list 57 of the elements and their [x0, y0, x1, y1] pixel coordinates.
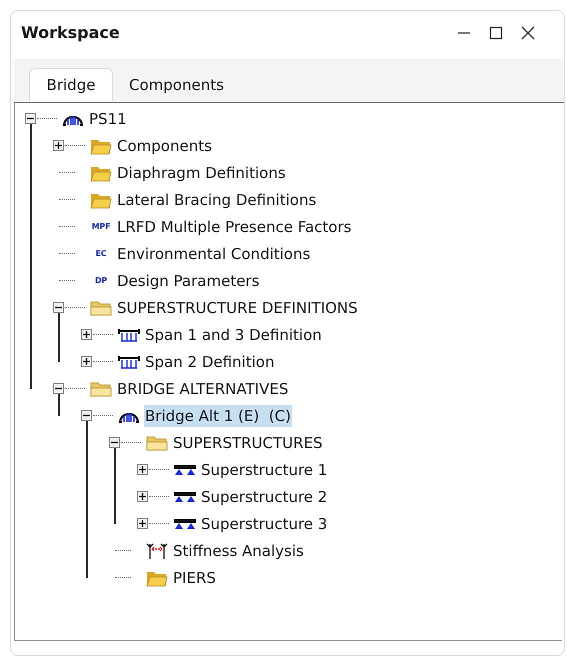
tree-item[interactable]: Diaphragm Definitions [116, 162, 287, 184]
plus-icon [139, 520, 146, 527]
collapse-button[interactable] [53, 383, 64, 394]
tree-item[interactable]: Superstructure 2 [200, 486, 328, 508]
code-badge-icon: MPF [90, 222, 112, 230]
plus-icon [83, 331, 90, 338]
tree-item[interactable]: Environmental Conditions [116, 242, 312, 264]
expand-button[interactable] [81, 356, 92, 367]
collapse-button[interactable] [53, 302, 64, 313]
expand-button[interactable] [137, 464, 148, 475]
plus-icon [139, 466, 146, 473]
open-folder-icon [90, 298, 112, 316]
tree-item[interactable]: SUPERSTRUCTURES [172, 432, 324, 454]
plus-icon [83, 358, 90, 365]
expand-button[interactable] [137, 491, 148, 502]
tree-item[interactable]: Span 1 and 3 Definition [144, 324, 323, 346]
girder-icon [173, 462, 197, 476]
minus-icon [27, 115, 34, 122]
tree-item[interactable]: Components [116, 134, 213, 156]
plus-icon [55, 142, 62, 149]
tree-item[interactable]: BRIDGE ALTERNATIVES [116, 378, 290, 400]
close-icon [521, 26, 535, 40]
span-icon [117, 326, 141, 342]
collapse-button[interactable] [81, 410, 92, 421]
plus-icon [139, 493, 146, 500]
span-icon [117, 354, 141, 370]
tree-item[interactable]: Stiffness Analysis [172, 540, 305, 562]
expand-button[interactable] [53, 140, 64, 151]
tree-item[interactable]: Design Parameters [116, 270, 260, 292]
tree-item[interactable]: LRFD Multiple Presence Factors [116, 216, 352, 238]
tree-item[interactable]: Lateral Bracing Definitions [116, 188, 318, 210]
tree-item[interactable]: Superstructure 3 [200, 512, 328, 534]
tree-item[interactable]: Bridge Alt 1 (E) (C) [144, 404, 292, 426]
code-badge-icon: EC [90, 250, 112, 258]
maximize-icon [489, 26, 503, 40]
tree-item[interactable]: PIERS [172, 566, 217, 588]
tree-item[interactable]: Superstructure 1 [200, 458, 328, 480]
collapse-button[interactable] [25, 113, 36, 124]
open-folder-icon [146, 434, 168, 452]
girder-icon [173, 516, 197, 530]
open-folder-icon [90, 380, 112, 398]
code-badge-icon: DP [90, 276, 112, 284]
collapse-button[interactable] [109, 437, 120, 448]
minus-icon [111, 439, 118, 446]
window-title: Workspace [21, 22, 121, 44]
tree-item[interactable]: Span 2 Definition [144, 350, 276, 372]
expand-button[interactable] [81, 329, 92, 340]
minus-icon [55, 304, 62, 311]
expand-button[interactable] [137, 518, 148, 529]
tree-item[interactable]: PS11 [88, 108, 128, 130]
minus-icon [83, 412, 90, 419]
minus-icon [55, 385, 62, 392]
tab[interactable]: Components [113, 68, 240, 102]
tree-item[interactable]: SUPERSTRUCTURE DEFINITIONS [116, 296, 359, 318]
tab[interactable]: Bridge [29, 68, 113, 102]
girder-icon [173, 490, 197, 504]
stiffness-icon [145, 542, 169, 560]
